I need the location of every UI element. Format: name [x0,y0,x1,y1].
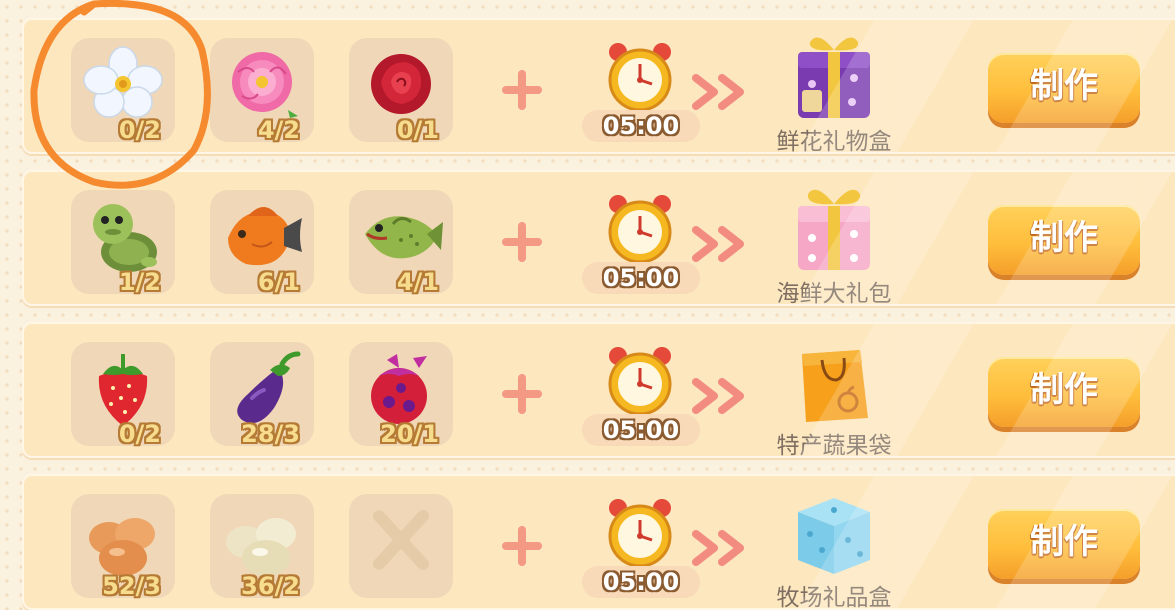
white-eggs-icon [226,518,296,576]
craft-button[interactable]: 制作 [988,53,1140,123]
eggplant-icon [237,351,301,424]
ingredient-slot-empty [349,494,453,598]
craft-button[interactable]: 制作 [988,357,1140,427]
alarm-clock-icon [608,499,672,568]
craft-button[interactable]: 制作 [988,205,1140,275]
ingredient-slot[interactable]: 28/3 [210,342,314,448]
time-label: 05:00 [582,110,700,142]
ingredient-count: 20/1 [380,420,439,448]
product-name: 鲜花礼物盒 [776,129,892,154]
time-label: 05:00 [582,262,700,294]
plus-icon [502,374,542,414]
double-chevron-right-icon [692,74,744,110]
ingredient-count: 28/3 [241,420,300,448]
craft-time: 05:00 [582,496,700,604]
craft-time: 05:00 [582,40,700,148]
plus-icon [502,70,542,110]
product-name: 牧场礼品盒 [776,585,892,610]
alarm-clock-icon [608,195,672,264]
red-rose-icon [371,54,431,114]
ingredient-slot[interactable]: 6/1 [210,190,314,296]
ingredient-slot[interactable]: 0/2 [71,342,175,448]
double-chevron-right-icon [692,530,744,566]
craft-time: 05:00 [582,192,700,300]
recipe-row: 0/2 28/3 20/1 05:00 特产蔬果袋 制作 [22,322,1175,458]
pink-peony-icon [232,52,298,118]
product-name: 海鲜大礼包 [776,281,892,306]
ingredient-slot[interactable]: 1/2 [71,190,175,296]
ingredient-count: 0/1 [396,116,439,144]
dragon-fruit-icon [371,354,427,424]
orange-shopping-bag-icon [802,350,868,422]
ingredient-slot[interactable]: 0/1 [349,38,453,144]
ingredient-count: 6/1 [257,268,300,296]
ingredient-slot[interactable]: 0/2 [71,38,175,144]
green-bass-fish-icon [365,216,443,259]
recipe-list: 0/2 4/2 0/1 05:00 鲜花礼物盒 制作 1/2 6/1 4/1 0… [0,0,1175,610]
recipe-row: 1/2 6/1 4/1 05:00 海鲜大礼包 制作 [22,170,1175,306]
ingredient-slot[interactable]: 4/1 [349,190,453,296]
orange-fish-icon [228,207,302,266]
ingredient-count: 1/2 [118,268,161,296]
craft-time: 05:00 [582,344,700,452]
ingredient-count: 4/1 [396,268,439,296]
empty-slot-x-icon [373,510,429,570]
ingredient-slot[interactable]: 4/2 [210,38,314,144]
ingredient-slot[interactable]: 36/2 [210,494,314,600]
product: 海鲜大礼包 [764,180,904,306]
double-chevron-right-icon [692,378,744,414]
ingredient-count: 36/2 [241,572,300,600]
alarm-clock-icon [608,347,672,416]
ingredient-slot[interactable]: 20/1 [349,342,453,448]
brown-eggs-icon [89,518,155,576]
blue-gift-box-icon [798,498,870,574]
ingredient-count: 0/2 [118,116,161,144]
double-chevron-right-icon [692,226,744,262]
product-name: 特产蔬果袋 [776,433,892,458]
purple-gift-box-icon [798,37,870,118]
strawberry-icon [98,354,148,426]
ingredient-slot[interactable]: 52/3 [71,494,175,600]
recipe-row: 0/2 4/2 0/1 05:00 鲜花礼物盒 制作 [22,18,1175,154]
ingredient-count: 4/2 [257,116,300,144]
craft-button[interactable]: 制作 [988,509,1140,579]
turtle-icon [93,204,157,272]
ingredient-count: 52/3 [102,572,161,600]
time-label: 05:00 [582,566,700,598]
product: 鲜花礼物盒 [764,28,904,154]
alarm-clock-icon [608,43,672,112]
ingredient-count: 0/2 [118,420,161,448]
white-flower-icon [83,46,163,118]
plus-icon [502,526,542,566]
time-label: 05:00 [582,414,700,446]
product: 牧场礼品盒 [764,484,904,610]
plus-icon [502,222,542,262]
pink-gift-box-icon [798,189,870,270]
recipe-row: 52/3 36/2 05:00 牧场礼品盒 制作 [22,474,1175,610]
product: 特产蔬果袋 [764,332,904,458]
